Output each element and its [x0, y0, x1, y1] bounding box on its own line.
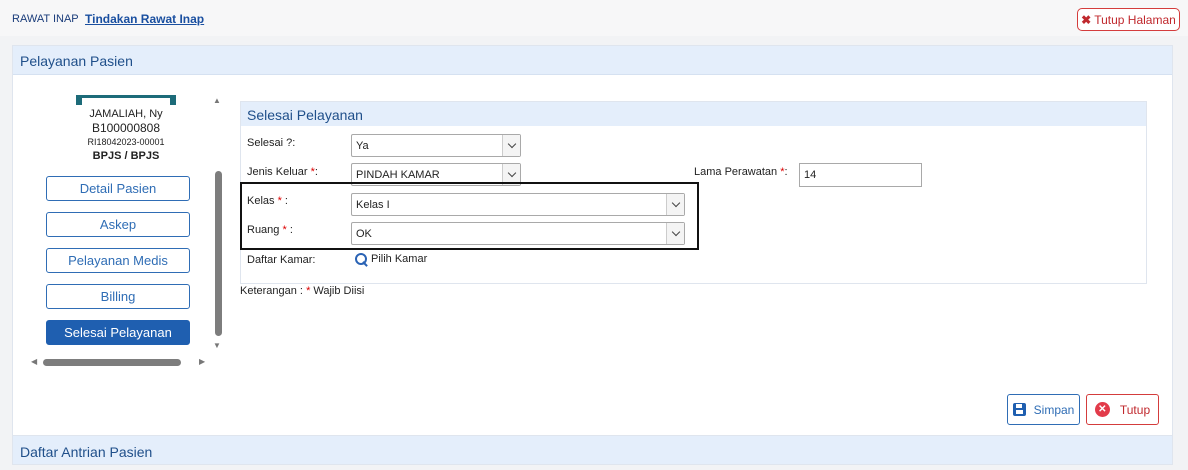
kelas-ruang-highlight: [240, 182, 699, 250]
scroll-down-arrow-icon[interactable]: ▼: [213, 341, 221, 350]
search-icon: [354, 252, 368, 266]
pilih-kamar-link[interactable]: Pilih Kamar: [354, 252, 427, 266]
required-note: Keterangan : * Wajib Diisi: [240, 285, 365, 297]
scroll-up-arrow-icon[interactable]: ▲: [213, 96, 221, 105]
chevron-down-icon: [502, 135, 520, 156]
panel-title: Pelayanan Pasien: [20, 53, 133, 69]
lama-perawatan-label: Lama Perawatan *:: [694, 166, 788, 178]
scroll-right-arrow-icon[interactable]: ▶: [199, 357, 205, 366]
section-header: Selesai Pelayanan: [241, 102, 1146, 126]
panel-header: Pelayanan Pasien: [13, 46, 1172, 75]
top-bar: RAWAT INAP Tindakan Rawat Inap ✖ Tutup H…: [0, 0, 1188, 36]
horizontal-scrollbar[interactable]: [43, 359, 181, 366]
patient-ribbon: [76, 95, 176, 105]
close-page-button[interactable]: ✖ Tutup Halaman: [1077, 8, 1180, 31]
nav-billing[interactable]: Billing: [46, 284, 190, 309]
close-page-label: Tutup Halaman: [1094, 12, 1176, 27]
scroll-left-arrow-icon[interactable]: ◀: [31, 357, 37, 366]
daftar-kamar-label: Daftar Kamar:: [247, 254, 316, 266]
nav-detail-pasien[interactable]: Detail Pasien: [46, 176, 190, 201]
save-label: Simpan: [1033, 402, 1075, 417]
nav-pelayanan-medis[interactable]: Pelayanan Medis: [46, 248, 190, 273]
jenis-keluar-value: PINDAH KAMAR: [356, 169, 440, 181]
selesai-select[interactable]: Ya: [351, 134, 521, 157]
lama-perawatan-input[interactable]: [799, 163, 922, 187]
nav-selesai-pelayanan[interactable]: Selesai Pelayanan: [46, 320, 190, 345]
patient-insurance: BPJS / BPJS: [92, 150, 160, 162]
close-icon: ✖: [1081, 12, 1092, 27]
close-label: Tutup: [1119, 402, 1151, 417]
jenis-keluar-label: Jenis Keluar *:: [247, 166, 318, 178]
pilih-kamar-label: Pilih Kamar: [371, 253, 428, 265]
save-icon: [1012, 403, 1026, 416]
patient-registration: RI18042023-00001: [87, 137, 165, 147]
section-title: Selesai Pelayanan: [247, 107, 363, 123]
close-button[interactable]: ✕ Tutup: [1086, 394, 1159, 425]
selesai-value: Ya: [356, 140, 369, 152]
patient-service-panel: Pelayanan Pasien JAMALIAH, Ny B100000808…: [12, 45, 1173, 465]
save-button[interactable]: Simpan: [1007, 394, 1080, 425]
cancel-icon: ✕: [1094, 402, 1110, 417]
vertical-scrollbar[interactable]: [215, 171, 222, 336]
queue-panel-header[interactable]: Daftar Antrian Pasien: [12, 435, 1173, 465]
patient-card: JAMALIAH, Ny B100000808 RI18042023-00001…: [76, 95, 176, 163]
breadcrumb-current[interactable]: Tindakan Rawat Inap: [85, 12, 204, 26]
nav-askep[interactable]: Askep: [46, 212, 190, 237]
breadcrumb-root: RAWAT INAP: [12, 13, 79, 25]
patient-id: B100000808: [91, 121, 161, 135]
selesai-label: Selesai ?:: [247, 137, 296, 149]
patient-name: JAMALIAH, Ny: [89, 108, 163, 120]
queue-title: Daftar Antrian Pasien: [20, 444, 153, 460]
